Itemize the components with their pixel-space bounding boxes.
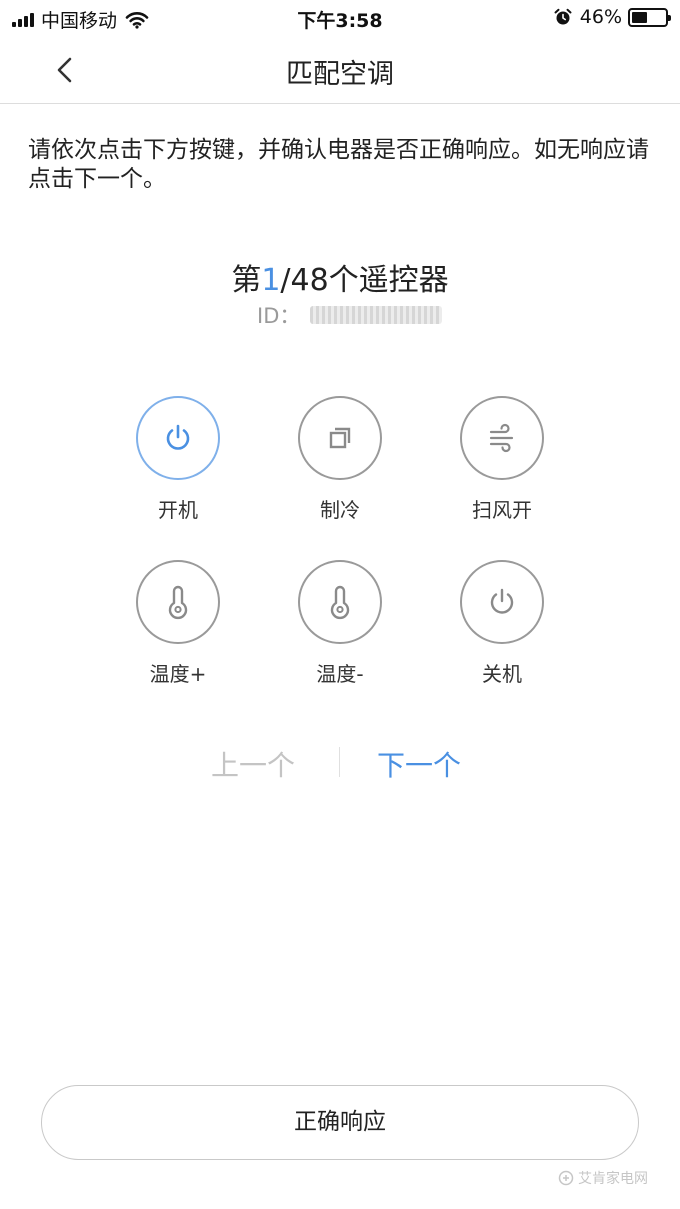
key-power-on-circle xyxy=(136,396,220,480)
correct-response-button[interactable]: 正确响应 xyxy=(41,1085,639,1160)
key-label: 制冷 xyxy=(320,498,360,522)
key-power-off-circle xyxy=(460,560,544,644)
remote-id: ID： xyxy=(257,300,443,330)
power-icon xyxy=(166,424,190,450)
power-icon xyxy=(490,588,514,614)
previous-button[interactable]: 上一个 xyxy=(211,744,295,784)
key-label: 温度- xyxy=(316,662,364,686)
status-bar: 中国移动 下午3:58 46% xyxy=(0,0,680,36)
nav-bar: 匹配空调 xyxy=(0,36,680,104)
page-title: 匹配空调 xyxy=(286,59,394,90)
thermometer-icon xyxy=(330,585,350,620)
key-swing[interactable]: 扫风开 xyxy=(452,396,552,523)
pager-divider xyxy=(339,747,340,777)
key-label: 温度+ xyxy=(149,662,207,686)
status-right: 46% xyxy=(554,6,671,28)
battery-icon xyxy=(628,7,671,27)
key-temp-up-circle xyxy=(136,560,220,644)
instruction-text: 请依次点击下方按键，并确认电器是否正确响应。如无响应请点击下一个。 xyxy=(28,137,649,192)
copy-squares-icon xyxy=(329,427,351,449)
watermark: 艾肯家电网 xyxy=(558,1168,648,1188)
key-power-off[interactable]: 关机 xyxy=(452,560,552,687)
key-temp-up[interactable]: 温度+ xyxy=(128,560,228,687)
watermark-logo-icon xyxy=(558,1170,574,1186)
battery-fill xyxy=(632,11,647,23)
remote-counter-suffix: /48个遥控器 xyxy=(280,263,449,298)
key-temp-down[interactable]: 温度- xyxy=(290,560,390,687)
remote-counter-prefix: 第 xyxy=(231,263,262,298)
key-cooling[interactable]: 制冷 xyxy=(290,396,390,523)
pager: 上一个 下一个 xyxy=(0,742,680,782)
key-swing-circle xyxy=(460,396,544,480)
remote-id-label: ID： xyxy=(257,304,301,328)
wind-icon xyxy=(489,423,514,453)
alarm-icon xyxy=(554,8,572,25)
key-label: 关机 xyxy=(482,662,522,686)
key-temp-down-circle xyxy=(298,560,382,644)
battery-percent: 46% xyxy=(579,6,622,28)
next-button[interactable]: 下一个 xyxy=(377,744,461,784)
remote-id-redacted xyxy=(310,306,443,324)
key-label: 开机 xyxy=(158,498,198,522)
remote-counter: 第1/48个遥控器 xyxy=(0,255,680,299)
watermark-text: 艾肯家电网 xyxy=(578,1171,648,1187)
key-cooling-circle xyxy=(298,396,382,480)
thermometer-icon xyxy=(168,585,188,620)
key-power-on[interactable]: 开机 xyxy=(128,396,228,523)
remote-counter-current: 1 xyxy=(261,263,281,298)
key-label: 扫风开 xyxy=(472,498,532,522)
